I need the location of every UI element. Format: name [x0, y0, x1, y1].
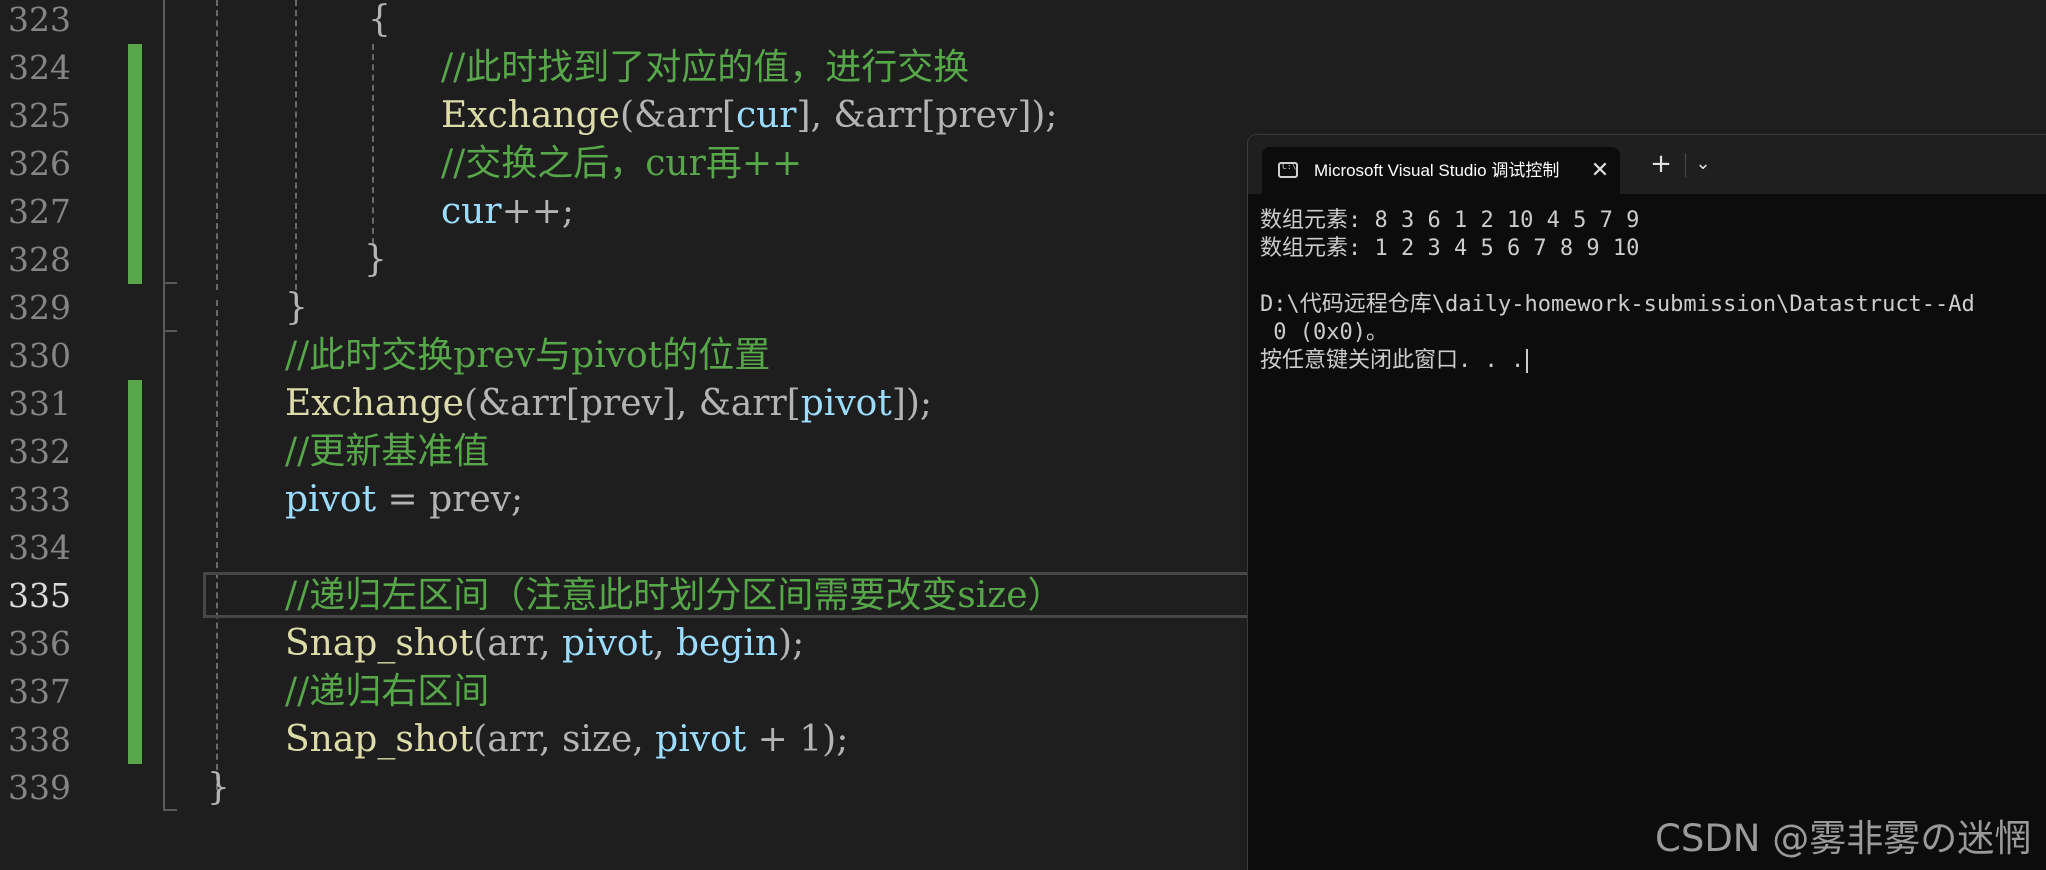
line-number: 332 [8, 432, 71, 471]
code-text: cur++; [441, 188, 574, 236]
change-marker [128, 92, 142, 140]
change-marker [128, 668, 142, 716]
console-line: D:\代码远程仓库\daily-homework-submission\Data… [1260, 292, 1975, 317]
code-token: ); [778, 623, 805, 664]
code-comment: //更新基准值 [285, 431, 490, 472]
variable: cur [735, 95, 797, 136]
console-line: 数组元素: 1 2 3 4 5 6 7 8 9 10 [1260, 236, 1640, 261]
line-number: 326 [8, 144, 71, 183]
console-tab-bar: Microsoft Visual Studio 调试控制台 ✕ + ⌄ [1248, 135, 2046, 194]
change-marker [128, 572, 142, 620]
change-marker [128, 620, 142, 668]
line-number: 336 [8, 624, 71, 663]
console-prompt: 按任意键关闭此窗口. . . [1260, 348, 1525, 373]
code-text: Exchange(&arr[prev], &arr[pivot]); [285, 380, 932, 428]
function-name: Exchange [285, 383, 464, 424]
change-marker [128, 44, 142, 92]
code-text: Snap_shot(arr, pivot, begin); [285, 620, 804, 668]
chevron-down-icon[interactable]: ⌄ [1688, 145, 1718, 183]
line-number: 327 [8, 192, 71, 231]
code-token: + 1); [746, 719, 849, 760]
terminal-icon [1278, 162, 1298, 178]
code-token: (&arr[prev], &arr[ [463, 383, 801, 424]
function-name: Snap_shot [285, 623, 474, 664]
console-line: 0 (0x0)。 [1260, 320, 1388, 345]
variable: pivot [655, 719, 747, 760]
console-prompt-line: 按任意键关闭此窗口. . . [1260, 347, 1529, 375]
code-token: (&arr[ [619, 95, 736, 136]
debug-console-window[interactable]: Microsoft Visual Studio 调试控制台 ✕ + ⌄ 数组元素… [1247, 134, 2046, 870]
change-marker [128, 140, 142, 188]
change-marker [128, 524, 142, 572]
new-tab-button[interactable]: + [1643, 145, 1679, 183]
text-cursor [1526, 349, 1529, 373]
code-token: ++; [501, 191, 575, 232]
code-text: } [285, 287, 308, 328]
code-comment: //此时交换prev与pivot的位置 [285, 335, 771, 376]
line-number: 330 [8, 336, 71, 375]
code-token: ], &arr[prev]); [796, 95, 1058, 136]
console-tab[interactable]: Microsoft Visual Studio 调试控制台 ✕ [1262, 147, 1620, 194]
code-line: 324 //此时找到了对应的值，进行交换 [0, 44, 2046, 92]
close-icon[interactable]: ✕ [1588, 147, 1612, 194]
line-number: 331 [8, 384, 71, 423]
line-number: 324 [8, 48, 71, 87]
line-number: 333 [8, 480, 71, 519]
change-marker [128, 236, 142, 284]
line-number: 335 [8, 576, 71, 615]
change-marker [128, 476, 142, 524]
variable: pivot [285, 479, 377, 520]
code-text: Exchange(&arr[cur], &arr[prev]); [441, 92, 1058, 140]
line-number: 323 [8, 0, 71, 39]
code-token: , [653, 623, 676, 664]
console-line: 数组元素: 8 3 6 1 2 10 4 5 7 9 [1260, 208, 1640, 233]
line-number: 339 [8, 768, 71, 807]
code-text: } [207, 767, 230, 808]
line-number: 334 [8, 528, 71, 567]
function-name: Exchange [441, 95, 620, 136]
change-marker [128, 188, 142, 236]
line-number: 325 [8, 96, 71, 135]
code-text: pivot = prev; [285, 476, 523, 524]
variable: pivot [800, 383, 892, 424]
change-marker [128, 380, 142, 428]
code-token: (arr, size, [473, 719, 656, 760]
code-comment: //递归右区间 [285, 671, 490, 712]
variable: cur [441, 191, 502, 232]
tab-title: Microsoft Visual Studio 调试控制台 [1314, 161, 1560, 180]
code-comment: //递归左区间（注意此时划分区间需要改变size） [285, 575, 1064, 616]
code-comment: //交换之后，cur再++ [441, 143, 803, 184]
line-number: 337 [8, 672, 71, 711]
line-number: 329 [8, 288, 71, 327]
code-comment: //此时找到了对应的值，进行交换 [441, 47, 970, 88]
function-name: Snap_shot [285, 719, 474, 760]
watermark: CSDN @雾非雾の迷惘 [1655, 817, 2032, 860]
code-line: 325 Exchange(&arr[cur], &arr[prev]); [0, 92, 2046, 140]
line-number: 328 [8, 240, 71, 279]
divider [1685, 153, 1686, 177]
code-line: 323 { [0, 0, 2046, 44]
change-marker [128, 716, 142, 764]
code-token: = prev; [376, 479, 524, 520]
code-text: } [364, 239, 387, 280]
change-marker [128, 428, 142, 476]
line-number: 338 [8, 720, 71, 759]
code-text: Snap_shot(arr, size, pivot + 1); [285, 716, 848, 764]
variable: begin [675, 623, 779, 664]
code-text: { [368, 0, 391, 40]
variable: pivot [562, 623, 654, 664]
code-token: (arr, [473, 623, 563, 664]
code-token: ]); [891, 383, 933, 424]
